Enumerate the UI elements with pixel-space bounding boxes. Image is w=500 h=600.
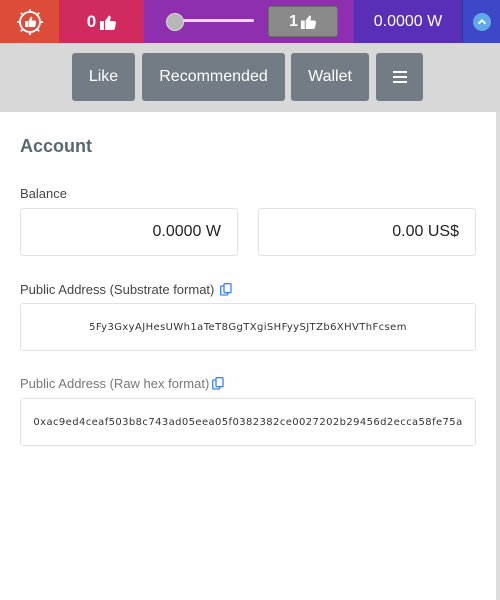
balance-usd-field[interactable]: 0.00 US$: [258, 208, 476, 256]
balance-usd-value: 0.00 US$: [392, 223, 459, 240]
copy-icon[interactable]: [212, 377, 224, 390]
wallet-balance: 0.0000 W: [373, 12, 443, 30]
hex-address-label: Public Address (Raw hex format): [20, 376, 210, 391]
thumbs-up-icon: [300, 15, 316, 30]
per-like-count: 1: [289, 12, 298, 30]
likes-count: 0: [86, 11, 97, 31]
logo-button[interactable]: [0, 0, 60, 43]
substrate-address-label: Public Address (Substrate format): [20, 282, 215, 297]
like-button[interactable]: Like: [72, 53, 135, 101]
gear-thumbs-up-icon: [16, 8, 43, 35]
substrate-address-field[interactable]: 5Fy3GxyAJHesUWh1aTeT8GgTXgiSHFyySJTZb6XH…: [20, 303, 476, 351]
hex-address-value: 0xac9ed4ceaf503b8c743ad05eea05f0382382ce…: [33, 416, 463, 428]
balance-label: Balance: [20, 186, 67, 201]
account-panel: [0, 112, 496, 600]
per-like-count-box[interactable]: 1: [268, 6, 338, 37]
copy-icon[interactable]: [220, 283, 232, 296]
collapse-button[interactable]: [462, 0, 500, 43]
scrollbar[interactable]: [496, 112, 500, 600]
page-title: Account: [20, 136, 92, 156]
menu-button[interactable]: [376, 53, 423, 101]
slider-knob[interactable]: [166, 13, 184, 31]
chevron-up-icon: [472, 12, 491, 31]
hamburger-menu-icon: [392, 71, 407, 83]
likes-counter[interactable]: 0: [60, 0, 144, 43]
hex-address-field[interactable]: 0xac9ed4ceaf503b8c743ad05eea05f0382382ce…: [20, 398, 476, 446]
thumbs-up-icon: [100, 15, 117, 30]
balance-w-field[interactable]: 0.0000 W: [20, 208, 238, 256]
nav-bar: Like Recommended Wallet: [0, 43, 500, 112]
like-amount-slider-area: 1: [144, 0, 354, 43]
substrate-address-value: 5Fy3GxyAJHesUWh1aTeT8GgTXgiSHFyySJTZb6XH…: [89, 321, 407, 333]
balance-w-value: 0.0000 W: [152, 223, 221, 240]
recommended-button[interactable]: Recommended: [142, 53, 285, 101]
slider-track[interactable]: [174, 19, 254, 22]
top-bar: 0 1 0.0000 W: [0, 0, 500, 43]
wallet-balance-badge[interactable]: 0.0000 W: [354, 0, 462, 43]
wallet-button[interactable]: Wallet: [291, 53, 369, 101]
